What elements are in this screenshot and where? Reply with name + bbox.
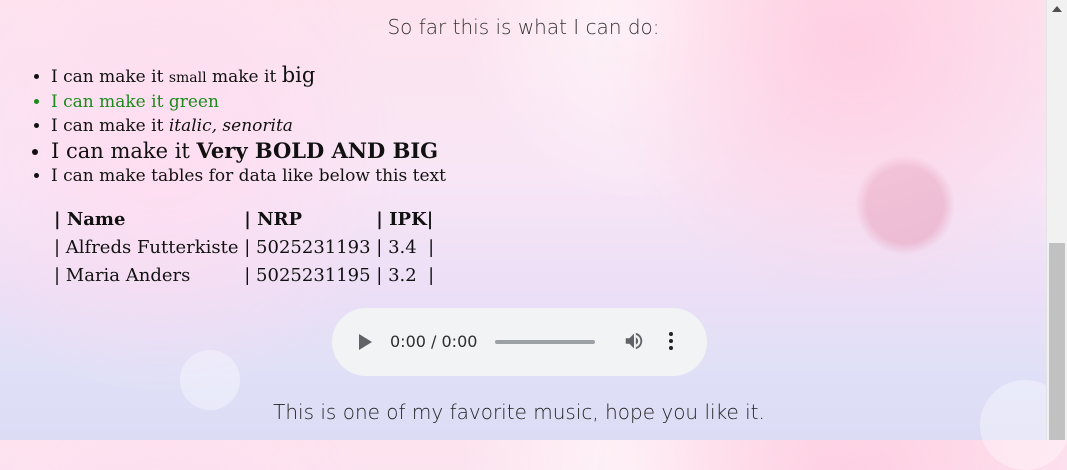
- list-item-big-bold: I can make it Very BOLD AND BIG: [51, 138, 446, 164]
- vertical-scrollbar[interactable]: [1046, 0, 1067, 440]
- music-caption: This is one of my favorite music, hope y…: [273, 400, 765, 424]
- column-header-nrp: | NRP: [244, 208, 303, 230]
- cell-nrp: | 5025231193: [244, 236, 377, 258]
- page-heading: So far this is what I can do:: [387, 15, 660, 39]
- column-header-ipk: | IPK|: [376, 208, 434, 230]
- list-item: I can make it italic, senorita: [51, 114, 446, 138]
- cell-ipk: | 3.2 |: [376, 264, 435, 286]
- student-table: | Name | NRP | IPK| | Alfreds Futterkist…: [54, 205, 434, 289]
- small-text: small: [168, 70, 207, 86]
- feature-list: I can make it small make it big I can ma…: [0, 63, 446, 188]
- scrollbar-thumb[interactable]: [1049, 243, 1065, 440]
- cell-name: | Maria Anders: [54, 264, 191, 286]
- list-item: I can make tables for data like below th…: [51, 164, 446, 188]
- table-header-row: | Name | NRP | IPK|: [54, 205, 434, 233]
- big-text: big: [281, 63, 316, 87]
- list-item: I can make it small make it big: [51, 63, 446, 90]
- volume-icon[interactable]: [623, 330, 645, 352]
- italic-text: italic, senorita: [168, 116, 293, 136]
- table-row: | Alfreds Futterkiste | 5025231193 | 3.4…: [54, 233, 434, 261]
- cell-name: | Alfreds Futterkiste: [54, 236, 245, 258]
- bold-text: Very BOLD AND BIG: [196, 138, 439, 163]
- more-options-icon[interactable]: [668, 332, 674, 352]
- audio-time: 0:00 / 0:00: [390, 332, 478, 351]
- table-row: | Maria Anders | 5025231195 | 3.2 |: [54, 261, 434, 289]
- cell-ipk: | 3.4 |: [376, 236, 435, 258]
- audio-progress-bar[interactable]: [495, 340, 595, 344]
- column-header-name: | Name: [54, 208, 126, 230]
- play-icon[interactable]: [359, 334, 372, 350]
- audio-player[interactable]: 0:00 / 0:00: [332, 308, 707, 376]
- cell-nrp: | 5025231195: [244, 264, 377, 286]
- scroll-up-arrow-icon[interactable]: [1052, 6, 1062, 12]
- list-item-green: I can make it green: [51, 90, 446, 114]
